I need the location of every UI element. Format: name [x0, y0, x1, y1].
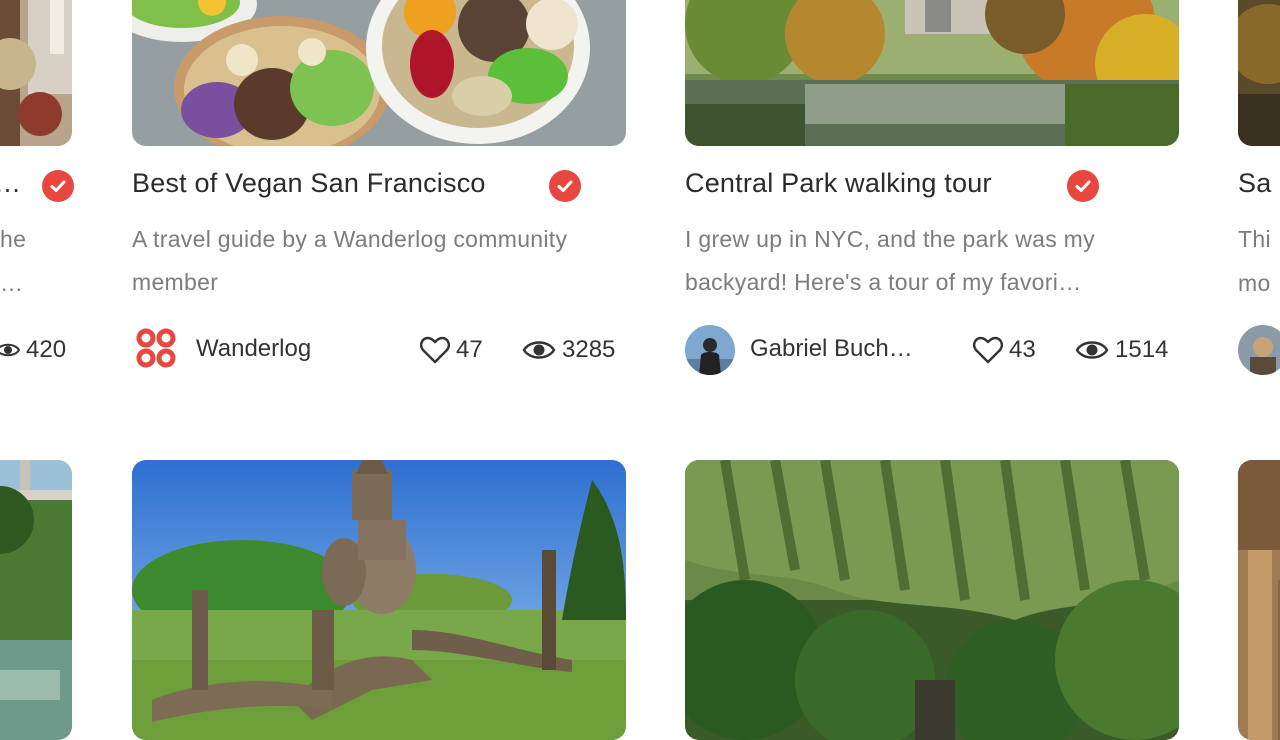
verified-badge-icon	[549, 170, 581, 202]
card-title[interactable]: Best of Vegan San Francisco	[132, 168, 486, 199]
author-avatar[interactable]	[1238, 325, 1280, 375]
author-name[interactable]: Gabriel Buch…	[750, 335, 913, 363]
likes-count: 43	[1009, 336, 1036, 363]
card-partial-left-views: 420	[0, 336, 66, 364]
author-name[interactable]: Wanderlog	[196, 335, 311, 363]
card-partial-right-title[interactable]: Sa	[1238, 168, 1271, 199]
card-partial-right-image-row2[interactable]	[1238, 460, 1280, 740]
card-partial-left-image-row2[interactable]	[0, 460, 72, 740]
wanderlog-logo-icon[interactable]	[136, 328, 176, 368]
card-partial-left-title[interactable]: …	[0, 168, 21, 199]
card-partial-left-desc-1: he	[0, 226, 27, 252]
likes-stat[interactable]: 47	[420, 336, 483, 364]
views-stat: 1514	[1075, 336, 1168, 364]
likes-count: 47	[456, 336, 483, 363]
card-partial-right-desc-2: mo	[1238, 270, 1271, 296]
eye-icon	[1075, 341, 1109, 359]
card-image-central-park[interactable]	[685, 0, 1179, 146]
verified-badge-icon	[42, 170, 74, 202]
heart-icon[interactable]	[420, 336, 450, 364]
card-partial-left-desc-2: …	[0, 270, 24, 296]
card-description: I grew up in NYC, and the park was my ba…	[685, 226, 1095, 295]
author-avatar[interactable]	[685, 325, 735, 375]
card-description: A travel guide by a Wanderlog community …	[132, 226, 568, 295]
card-image-vegan-bowls[interactable]	[132, 0, 626, 146]
card-title[interactable]: Central Park walking tour	[685, 168, 992, 199]
card-image-tropical-cliffs[interactable]	[685, 460, 1179, 740]
card-partial-right-desc-1: Thi	[1238, 226, 1271, 252]
card-partial-left-image[interactable]	[0, 0, 72, 146]
card-partial-right-image[interactable]	[1238, 0, 1280, 146]
views-count: 3285	[562, 336, 616, 363]
views-count: 1514	[1115, 336, 1169, 363]
likes-stat[interactable]: 43	[973, 336, 1036, 364]
card-image-buddha-park[interactable]	[132, 460, 626, 740]
views-count: 420	[26, 336, 67, 363]
verified-badge-icon	[1067, 170, 1099, 202]
views-stat: 3285	[522, 336, 615, 364]
eye-icon	[522, 341, 556, 359]
heart-icon[interactable]	[973, 336, 1003, 364]
eye-icon	[0, 343, 20, 357]
